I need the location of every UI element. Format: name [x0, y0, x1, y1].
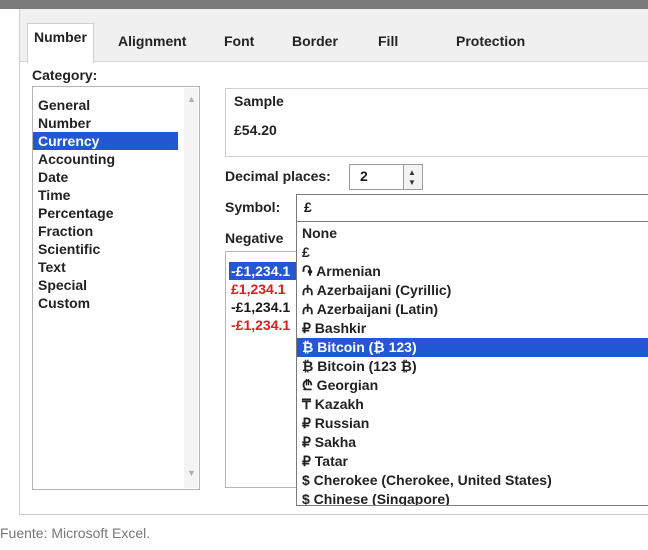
negative-numbers-list[interactable]: -£1,234.1 £1,234.1 -£1,234.1 -£1,234.1 [225, 251, 299, 488]
category-item-special[interactable]: Special [33, 276, 178, 294]
symbol-option-azerbaijani-latin[interactable]: ₼ Azerbaijani (Latin) [297, 300, 648, 319]
scroll-down-icon[interactable]: ▼ [187, 468, 196, 478]
category-list[interactable]: General Number Currency Accounting Date … [32, 86, 200, 490]
tab-fill[interactable]: Fill [372, 29, 404, 53]
tab-strip: Number Alignment Font Border Fill Protec… [20, 9, 648, 63]
symbol-option-pound[interactable]: £ [297, 243, 648, 262]
category-scrollbar[interactable]: ▲ ▼ [184, 88, 198, 488]
spin-up-icon[interactable]: ▲ [408, 168, 416, 177]
category-label: Category: [32, 67, 98, 83]
symbol-option-none[interactable]: None [297, 224, 648, 243]
category-item-currency[interactable]: Currency [33, 132, 178, 150]
spin-down-icon[interactable]: ▼ [408, 178, 416, 187]
symbol-option-bitcoin-suffix[interactable]: ₿ Bitcoin (123 ₿) [297, 357, 648, 376]
negative-item[interactable]: -£1,234.1 [229, 298, 290, 316]
scroll-up-icon[interactable]: ▲ [187, 94, 196, 104]
symbol-option-georgian[interactable]: ₾ Georgian [297, 376, 648, 395]
source-caption: Fuente: Microsoft Excel. [0, 525, 151, 541]
top-border [0, 0, 648, 9]
symbol-option-bashkir[interactable]: ₽ Bashkir [297, 319, 648, 338]
symbol-option-chinese-singapore[interactable]: $ Chinese (Singapore) [297, 490, 648, 505]
negative-item[interactable]: -£1,234.1 [229, 262, 297, 280]
sample-label: Sample [234, 93, 284, 109]
category-item-time[interactable]: Time [33, 186, 178, 204]
negative-item[interactable]: £1,234.1 [229, 280, 286, 298]
format-cells-dialog: Number Alignment Font Border Fill Protec… [19, 9, 648, 515]
category-item-custom[interactable]: Custom [33, 294, 178, 312]
symbol-option-cherokee[interactable]: $ Cherokee (Cherokee, United States) [297, 471, 648, 490]
category-item-scientific[interactable]: Scientific [33, 240, 178, 258]
category-item-date[interactable]: Date [33, 168, 178, 186]
symbol-label: Symbol: [225, 199, 281, 215]
category-item-general[interactable]: General [33, 96, 178, 114]
category-item-percentage[interactable]: Percentage [33, 204, 178, 222]
symbol-select[interactable]: £ [296, 194, 648, 222]
sample-value: £54.20 [234, 122, 277, 138]
tab-number[interactable]: Number [27, 23, 94, 63]
category-item-fraction[interactable]: Fraction [33, 222, 178, 240]
category-item-text[interactable]: Text [33, 258, 178, 276]
symbol-option-russian[interactable]: ₽ Russian [297, 414, 648, 433]
decimal-places-label: Decimal places: [225, 168, 331, 184]
symbol-option-azerbaijani-cyrillic[interactable]: ₼ Azerbaijani (Cyrillic) [297, 281, 648, 300]
tab-protection[interactable]: Protection [450, 29, 531, 53]
tab-alignment[interactable]: Alignment [112, 29, 192, 53]
decimal-places-spinner[interactable]: 2 ▲ ▼ [349, 164, 423, 190]
symbol-option-tatar[interactable]: ₽ Tatar [297, 452, 648, 471]
symbol-dropdown-list[interactable]: None £ ֏ Armenian ₼ Azerbaijani (Cyrilli… [296, 221, 648, 506]
tab-font[interactable]: Font [218, 29, 260, 53]
symbol-option-bitcoin-prefix[interactable]: ₿ Bitcoin (₿ 123) [297, 338, 648, 357]
negative-numbers-label: Negative [225, 230, 284, 246]
category-item-number[interactable]: Number [33, 114, 178, 132]
negative-item[interactable]: -£1,234.1 [229, 316, 290, 334]
decimal-places-value[interactable]: 2 [360, 168, 368, 184]
tab-border[interactable]: Border [286, 29, 344, 53]
symbol-option-armenian[interactable]: ֏ Armenian [297, 262, 648, 281]
category-item-accounting[interactable]: Accounting [33, 150, 178, 168]
sample-box [225, 88, 648, 157]
symbol-option-sakha[interactable]: ₽ Sakha [297, 433, 648, 452]
symbol-option-kazakh[interactable]: ₸ Kazakh [297, 395, 648, 414]
symbol-select-value[interactable]: £ [304, 199, 312, 215]
spinner-buttons[interactable]: ▲ ▼ [403, 165, 422, 189]
